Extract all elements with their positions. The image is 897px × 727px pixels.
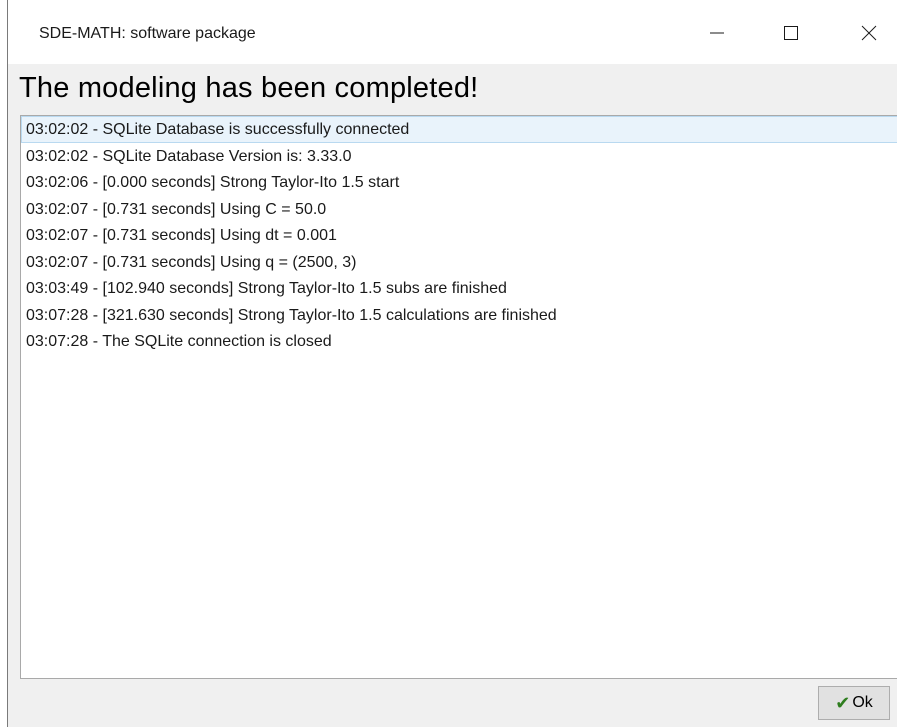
log-entry[interactable]: 03:07:28 - [321.630 seconds] Strong Tayl… [21,302,897,329]
dialog-window: SDE-MATH: software package The modeling … [7,0,897,727]
log-entry[interactable]: 03:03:49 - [102.940 seconds] Strong Tayl… [21,275,897,302]
log-entry[interactable]: 03:02:07 - [0.731 seconds] Using C = 50.… [21,196,897,223]
maximize-icon [784,26,798,40]
window-title: SDE-MATH: software package [39,25,256,42]
close-button[interactable] [846,10,892,56]
title-bar[interactable]: SDE-MATH: software package [8,0,897,64]
log-entry[interactable]: 03:02:06 - [0.000 seconds] Strong Taylor… [21,169,897,196]
ok-button[interactable]: ✔ Ok [818,686,890,720]
minimize-icon [710,32,724,34]
checkmark-icon: ✔ [835,693,851,713]
minimize-button[interactable] [694,10,740,56]
maximize-button[interactable] [768,10,814,56]
log-entry[interactable]: 03:02:02 - SQLite Database Version is: 3… [21,143,897,170]
log-entry[interactable]: 03:07:28 - The SQLite connection is clos… [21,328,897,355]
log-entry[interactable]: 03:02:02 - SQLite Database is successful… [21,116,897,143]
log-entry[interactable]: 03:02:07 - [0.731 seconds] Using q = (25… [21,249,897,276]
close-icon [861,25,877,41]
log-list[interactable]: 03:02:02 - SQLite Database is successful… [20,115,897,679]
ok-button-label: Ok [852,694,873,711]
log-entry[interactable]: 03:02:07 - [0.731 seconds] Using dt = 0.… [21,222,897,249]
completion-heading: The modeling has been completed! [19,72,479,104]
